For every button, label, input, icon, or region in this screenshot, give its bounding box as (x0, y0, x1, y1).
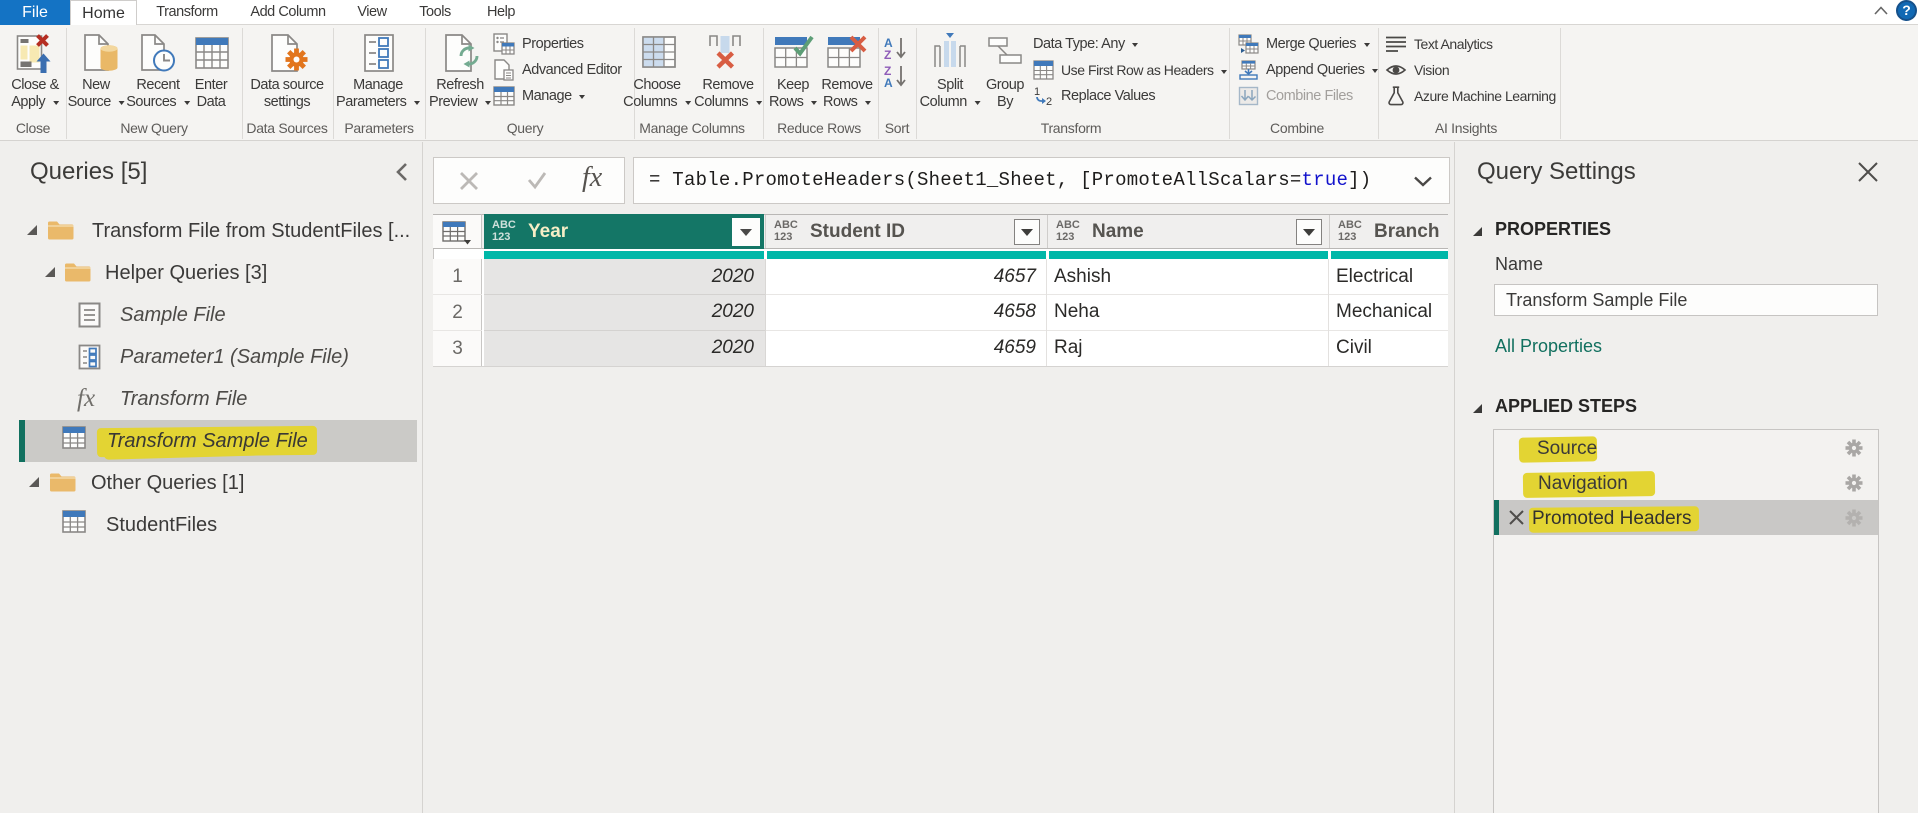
svg-text:2: 2 (1046, 96, 1052, 106)
svg-text:1: 1 (1034, 86, 1040, 98)
